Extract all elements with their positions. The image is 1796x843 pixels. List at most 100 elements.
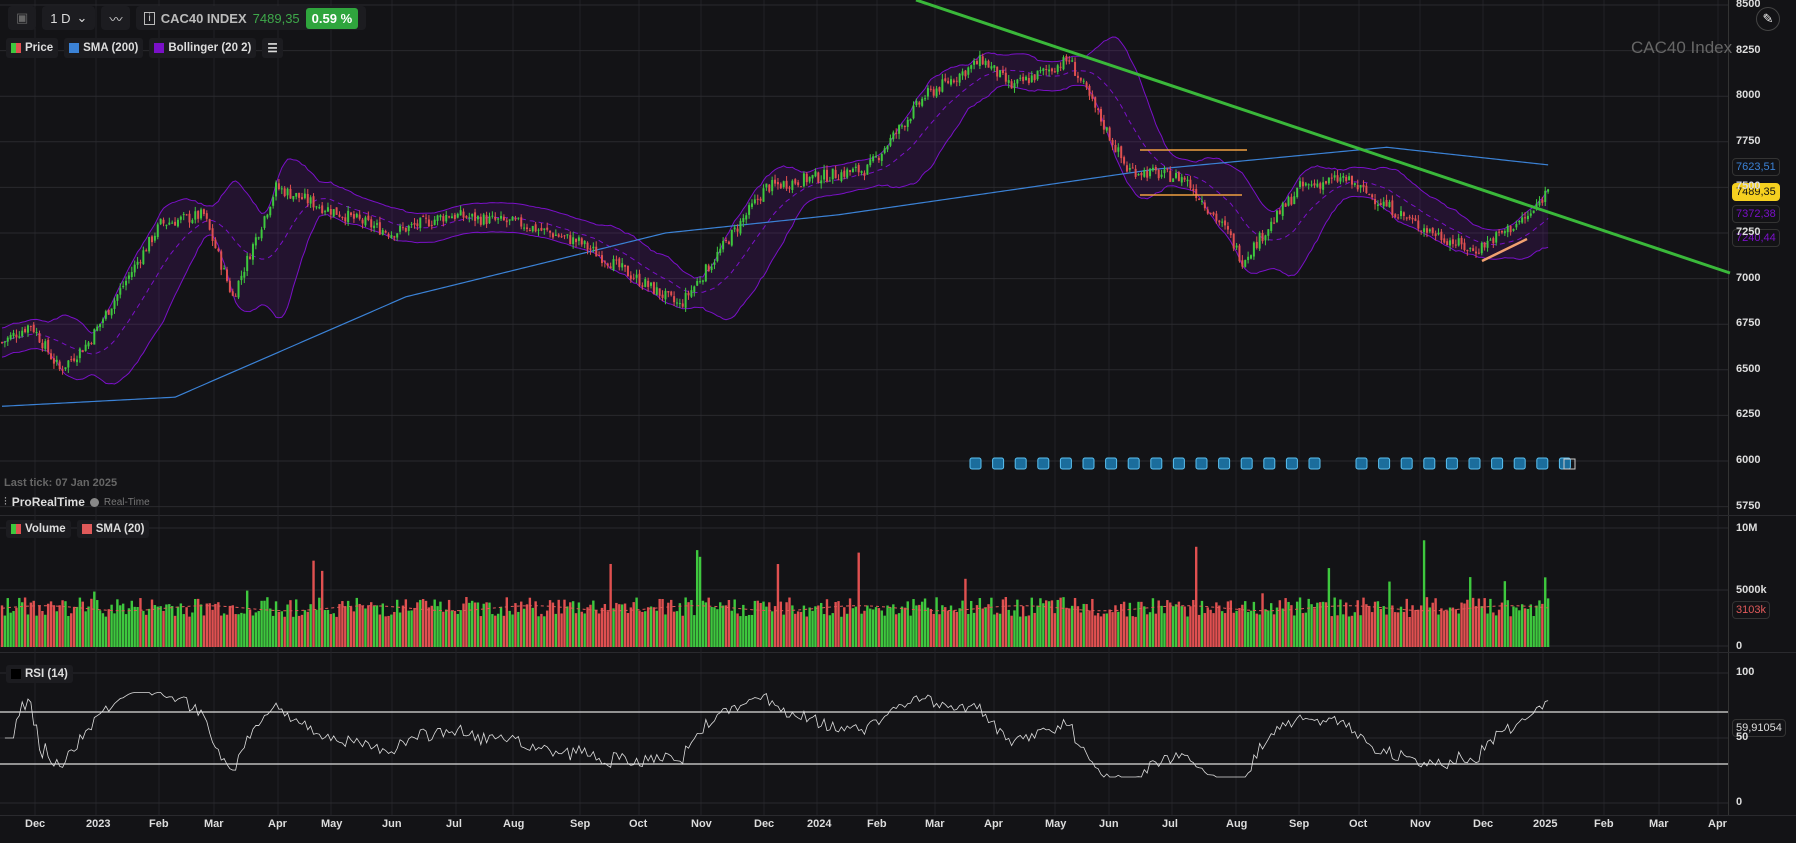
candle bbox=[782, 181, 785, 188]
candle bbox=[1163, 169, 1166, 174]
candle bbox=[350, 212, 353, 216]
layout-button[interactable]: ▣ bbox=[8, 6, 37, 30]
candle bbox=[61, 369, 64, 371]
candle bbox=[921, 98, 924, 106]
volume-bar bbox=[1105, 613, 1108, 647]
volume-bar bbox=[277, 611, 281, 647]
volume-bar bbox=[1310, 604, 1313, 647]
candle bbox=[347, 210, 350, 223]
candle bbox=[1293, 196, 1296, 205]
volume-bar bbox=[1500, 602, 1504, 647]
candle bbox=[1451, 239, 1454, 244]
volume-bar bbox=[234, 614, 237, 647]
legend-sma200[interactable]: SMA (200) bbox=[64, 38, 144, 58]
legend-volume[interactable]: Volume bbox=[6, 520, 71, 538]
candle bbox=[1500, 230, 1503, 233]
candle bbox=[358, 214, 361, 219]
candle bbox=[1512, 228, 1515, 231]
volume-bar bbox=[1258, 614, 1261, 647]
volume-bar bbox=[1088, 610, 1091, 647]
candle bbox=[456, 213, 459, 218]
volume-bar bbox=[1203, 613, 1207, 647]
candle bbox=[292, 196, 295, 200]
candle bbox=[1065, 56, 1068, 62]
volume-bar bbox=[987, 604, 990, 647]
volume-bar bbox=[286, 604, 289, 647]
candle bbox=[179, 216, 182, 220]
candle bbox=[624, 264, 627, 267]
candle bbox=[329, 208, 332, 215]
x-tick-label: Feb bbox=[867, 818, 887, 830]
candle bbox=[1330, 177, 1333, 179]
candle bbox=[771, 179, 774, 192]
legend-price[interactable]: Price bbox=[6, 38, 59, 58]
volume-bar bbox=[104, 616, 108, 647]
candle bbox=[416, 223, 419, 227]
candle bbox=[1368, 193, 1371, 195]
candle bbox=[1495, 232, 1498, 243]
indicators-button[interactable]: 〰 bbox=[101, 6, 131, 30]
candle bbox=[1128, 168, 1131, 170]
candle bbox=[1241, 260, 1244, 267]
candle bbox=[168, 222, 171, 225]
volume-bar bbox=[64, 601, 67, 647]
volume-bar bbox=[1382, 606, 1385, 647]
candle bbox=[200, 209, 203, 219]
candle bbox=[1010, 81, 1013, 89]
candle bbox=[344, 217, 347, 222]
candle bbox=[1267, 229, 1270, 236]
candle bbox=[355, 213, 358, 218]
volume-bar bbox=[670, 599, 673, 647]
candle bbox=[1350, 175, 1353, 185]
candle bbox=[1074, 61, 1077, 76]
candle bbox=[710, 266, 713, 271]
volume-bar bbox=[1544, 577, 1547, 647]
candle bbox=[1076, 75, 1079, 78]
candle bbox=[497, 218, 500, 220]
volume-bar bbox=[1082, 603, 1085, 647]
background bbox=[0, 0, 1796, 843]
volume-bar bbox=[1520, 604, 1524, 647]
volume-bar bbox=[1362, 597, 1365, 647]
symbol-info[interactable]: i CAC40 INDEX 7489,35 0.59 % bbox=[136, 6, 367, 30]
volume-bar bbox=[283, 616, 286, 647]
candle bbox=[93, 329, 96, 345]
volume-bar bbox=[251, 615, 255, 647]
candle bbox=[560, 236, 563, 238]
candle bbox=[1284, 203, 1287, 207]
legend-bollinger[interactable]: Bollinger (20 2) bbox=[149, 38, 257, 58]
volume-legend: Volume SMA (20) bbox=[6, 520, 150, 538]
candle bbox=[690, 290, 693, 297]
pane-divider bbox=[0, 515, 1796, 516]
list-icon[interactable]: ☰ bbox=[262, 38, 283, 58]
candle bbox=[1333, 175, 1336, 178]
volume-bar bbox=[1474, 606, 1478, 647]
candle bbox=[776, 182, 779, 185]
candle bbox=[298, 192, 301, 198]
volume-bar bbox=[695, 550, 699, 647]
legend-rsi[interactable]: RSI (14) bbox=[6, 665, 73, 683]
volume-bar bbox=[303, 610, 307, 647]
candle bbox=[999, 70, 1002, 78]
x-tick-label: Nov bbox=[691, 818, 712, 830]
volume-bar bbox=[9, 612, 12, 647]
timeframe-select[interactable]: 1 D ⌄ bbox=[42, 6, 96, 30]
candle bbox=[3, 341, 6, 343]
candle bbox=[577, 237, 580, 241]
legend-volume-sma[interactable]: SMA (20) bbox=[76, 520, 150, 538]
candle bbox=[47, 339, 50, 353]
volume-bar bbox=[796, 611, 800, 647]
candle bbox=[935, 88, 938, 97]
volume-bar bbox=[297, 615, 301, 647]
volume-bar bbox=[716, 609, 719, 647]
wrench-icon[interactable]: ✎ bbox=[1756, 7, 1780, 31]
x-tick-label: Aug bbox=[503, 818, 525, 830]
candle bbox=[1423, 228, 1426, 233]
chart-canvas[interactable] bbox=[0, 0, 1796, 843]
volume-bar bbox=[632, 602, 635, 647]
volume-bar bbox=[745, 615, 748, 647]
volume-bar bbox=[1220, 611, 1224, 647]
volume-bar bbox=[1509, 616, 1512, 647]
volume-bar bbox=[1457, 613, 1460, 647]
candle bbox=[125, 280, 128, 286]
